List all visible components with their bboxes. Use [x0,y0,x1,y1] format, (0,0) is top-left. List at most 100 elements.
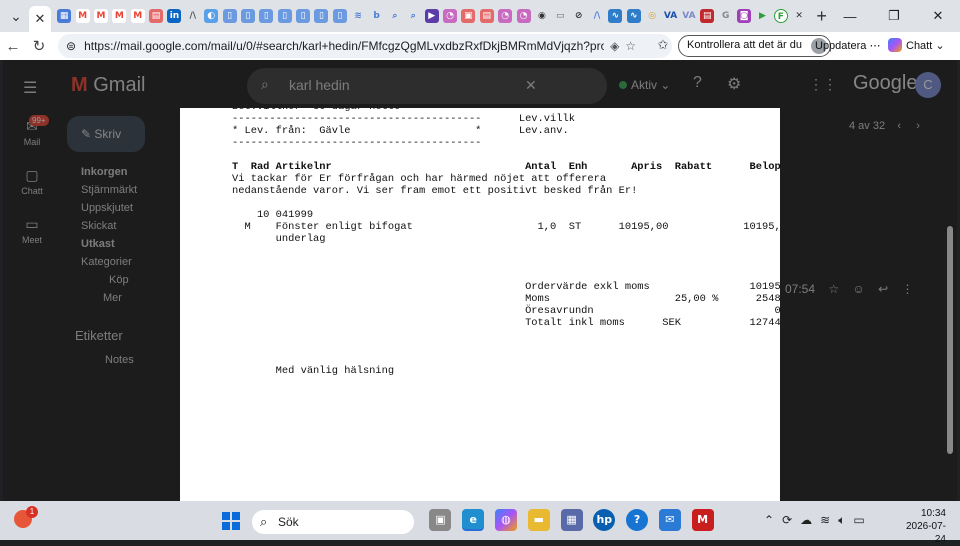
tab-icon[interactable]: F [773,9,788,23]
search-tab-icon[interactable]: ⌕ [388,9,402,23]
account-avatar[interactable]: C [915,72,941,98]
chevron-down-icon[interactable]: ⌄ [935,40,944,52]
apps-grid-icon[interactable]: ⋮⋮ [809,76,837,93]
tab-icon[interactable]: /\ [590,9,604,23]
nav-sent[interactable]: Skickat [81,220,137,238]
site-info-icon[interactable]: ⊜ [66,39,76,53]
tab-icon[interactable]: ◉ [535,9,549,23]
tab-icon[interactable]: ⊘ [572,9,586,23]
star-icon[interactable]: ☆ [828,282,839,296]
emoji-icon[interactable]: ☺ [852,282,864,296]
rail-chat[interactable]: ▢ Chatt [17,167,47,196]
close-tab-icon[interactable]: ✕ [792,9,806,23]
new-tab-button[interactable]: + [816,6,827,27]
page-scrollbar[interactable] [947,226,953,454]
doc-tab-icon[interactable]: ▯ [277,9,292,23]
tab-icon[interactable]: ◔ [516,9,531,23]
verify-identity-button[interactable]: Kontrollera att det är du [678,35,831,57]
nav-more[interactable]: Mer [81,292,137,310]
active-tab[interactable]: ✕ [29,6,51,32]
store-icon[interactable]: ▦ [560,509,583,531]
star-icon[interactable]: ☆ [625,39,636,53]
wifi-icon[interactable]: ≋ [820,513,830,528]
nav-starred[interactable]: Stjärnmärkt [81,184,137,202]
reply-icon[interactable]: ↩ [878,282,888,296]
back-button[interactable]: ← [0,38,26,55]
doc-tab-icon[interactable]: ▯ [259,9,274,23]
gmail-tab-icon[interactable]: M [112,9,127,23]
label-notes[interactable]: Notes [105,354,134,366]
tab-icon[interactable]: ≋ [351,9,365,23]
mail-search-input[interactable]: ⌕ karl hedin [247,68,607,104]
edge-icon[interactable]: e [462,509,485,531]
nav-drafts[interactable]: Utkast [81,238,137,256]
linkedin-tab-icon[interactable]: in [167,9,182,23]
tab-icon[interactable]: ◙ [737,9,752,23]
doc-tab-icon[interactable]: ▯ [296,9,311,23]
sync-icon[interactable]: ⟳ [782,513,792,528]
more-vert-icon[interactable]: ⋮ [902,282,914,296]
file-explorer-icon[interactable]: ▬ [527,509,550,531]
mcafee-icon[interactable]: M [691,509,714,531]
reload-button[interactable]: ↻ [26,37,52,55]
close-window-button[interactable]: ✕ [916,8,960,24]
help-icon[interactable]: ? [693,74,702,92]
copilot-icon[interactable]: ◍ [494,509,517,531]
nav-purchases[interactable]: Köp [81,274,137,292]
tab-icon[interactable]: ∿ [626,9,641,23]
outlook-icon[interactable]: ✉ [658,509,681,531]
gear-icon[interactable]: ⚙ [727,74,741,94]
taskbar-search[interactable]: ⌕ Sök [252,510,414,534]
volume-icon[interactable]: 🔈︎ [838,513,845,528]
cloud-icon[interactable]: ☁ [800,513,812,528]
tab-icon[interactable]: ▦ [57,9,72,23]
more-menu-icon[interactable]: ⋯ [869,40,880,52]
rail-meet[interactable]: ▭ Meet [17,216,47,245]
search-tab-icon[interactable]: ⌕ [406,9,420,23]
compose-button[interactable]: ✎ Skriv [67,116,145,152]
tab-icon[interactable]: ▶ [755,9,769,23]
calendar-tab-icon[interactable]: ▤ [149,9,164,23]
tab-icon[interactable]: VA [664,9,678,23]
url-text[interactable]: https://mail.google.com/mail/u/0/#search… [84,39,604,53]
cast-icon[interactable]: ◈ [610,39,619,53]
doc-tab-icon[interactable]: ▯ [240,9,255,23]
update-button[interactable]: Uppdatera ⋯ [815,39,880,52]
tab-icon[interactable]: VA [682,9,696,23]
doc-tab-icon[interactable]: ▯ [314,9,329,23]
prev-page-icon[interactable]: ‹ [897,120,901,132]
copilot-chat-button[interactable]: Chatt ⌄ [888,38,945,52]
address-bar[interactable]: ⊜ https://mail.google.com/mail/u/0/#sear… [58,34,672,58]
tab-icon[interactable]: ∿ [608,9,623,23]
task-view-icon[interactable]: ▣ [429,509,452,531]
favorites-icon[interactable]: ✩ [650,37,676,53]
hp-icon[interactable]: hp [593,509,616,531]
tab-icon[interactable]: ◔ [443,9,458,23]
gmail-logo[interactable]: M Gmail [71,74,145,97]
status-indicator[interactable]: Aktiv ⌄ [619,78,670,92]
search-icon[interactable]: ⌕ [261,76,269,93]
clock[interactable]: 10:34 2026-07-24 [896,507,946,546]
tab-icon[interactable]: G [719,9,733,23]
chevron-up-icon[interactable]: ⌃ [764,513,774,528]
tab-icon[interactable]: ▤ [700,9,715,23]
gmail-tab-icon[interactable]: M [93,9,108,23]
tab-icon[interactable]: ◔ [498,9,513,23]
tab-icon[interactable]: ▶ [424,9,439,23]
doc-tab-icon[interactable]: ▯ [222,9,237,23]
battery-icon[interactable]: ▭ [853,513,864,528]
nav-inbox[interactable]: Inkorgen [81,166,137,184]
tab-icon[interactable]: ▤ [479,9,494,23]
weather-widget[interactable]: 1 [14,506,38,532]
clear-search-icon[interactable]: ✕ [525,77,537,94]
tab-icon[interactable]: ◎ [645,9,659,23]
nav-snoozed[interactable]: Uppskjutet [81,202,137,220]
google-logo[interactable]: Google [853,72,918,95]
close-tab-icon[interactable]: ✕ [35,11,46,27]
tab-icon[interactable]: ▭ [553,9,567,23]
main-menu-icon[interactable]: ☰ [23,78,37,98]
doc-tab-icon[interactable]: ▯ [332,9,347,23]
next-page-icon[interactable]: › [916,120,920,132]
rail-mail[interactable]: ✉ 99+ Mail [17,115,49,147]
start-button[interactable] [222,512,240,530]
